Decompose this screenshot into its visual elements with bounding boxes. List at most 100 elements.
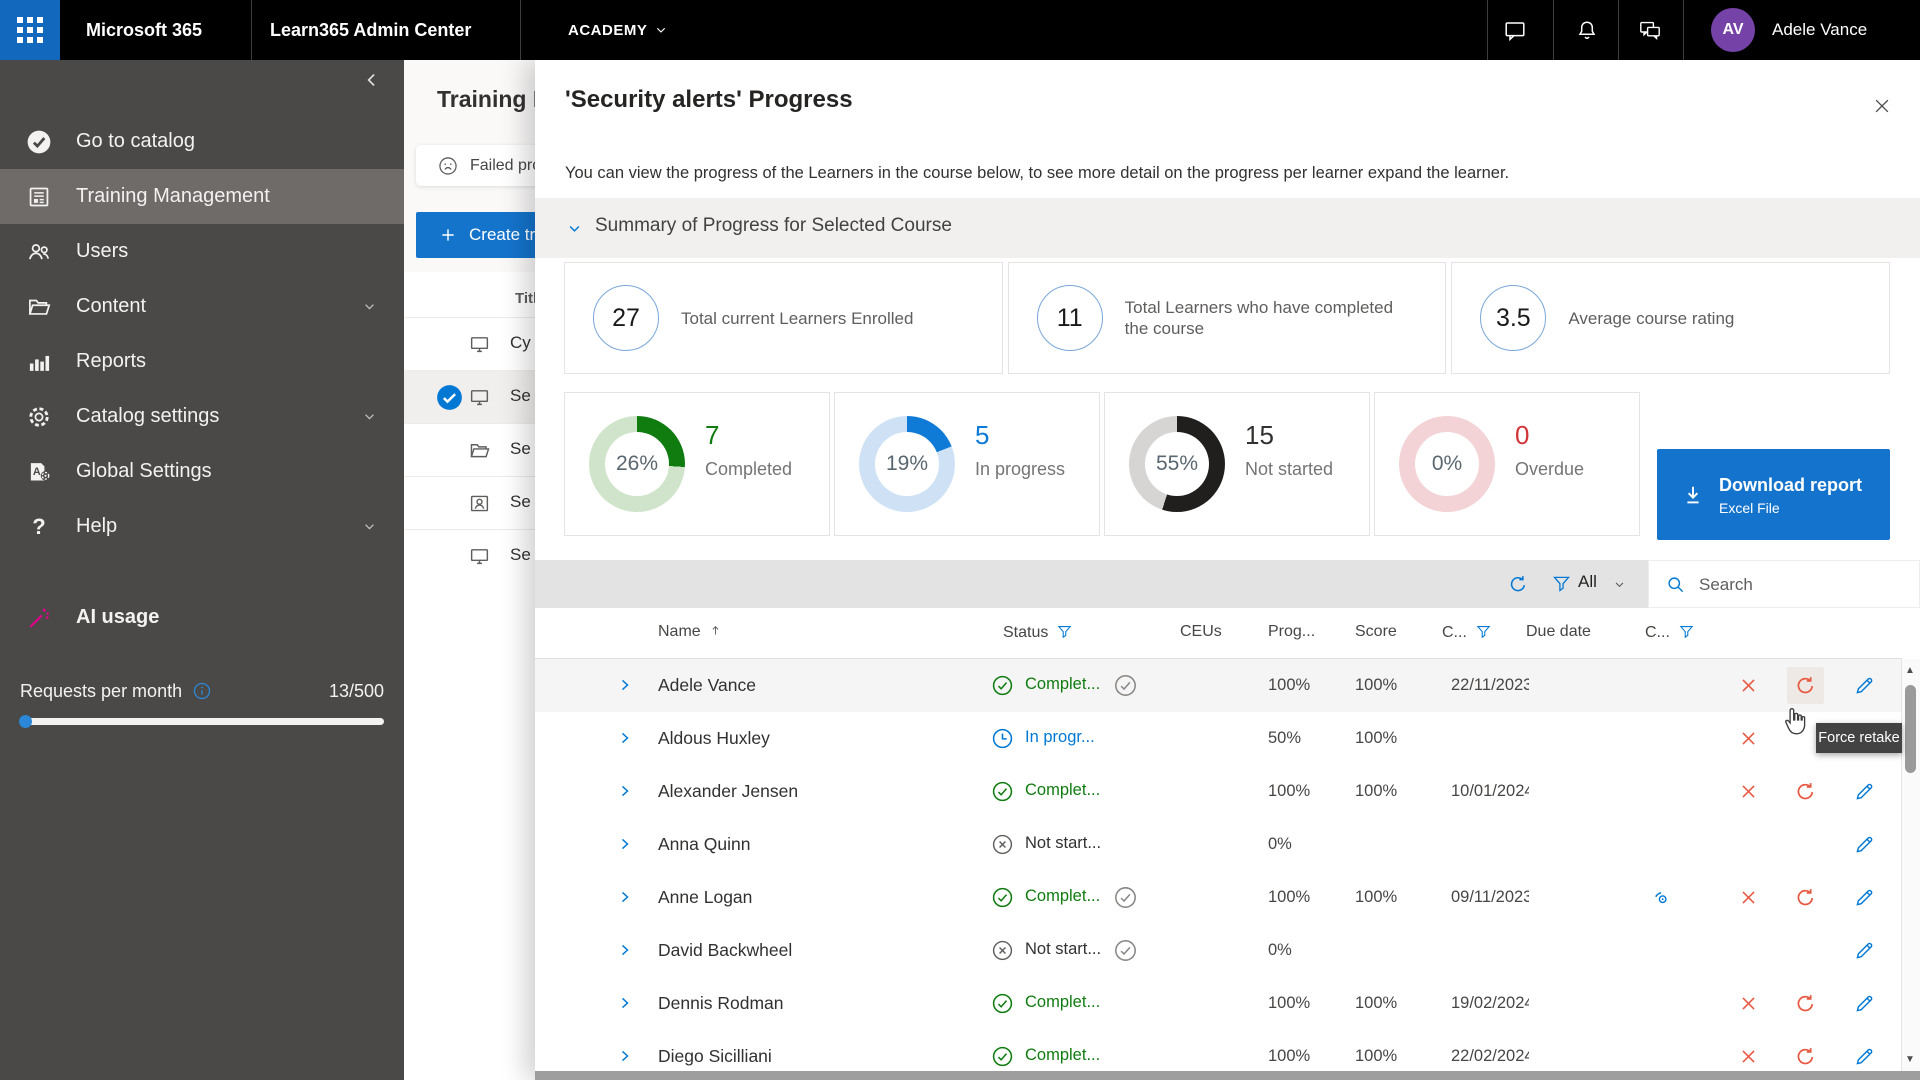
column-header-status[interactable]: Status — [1003, 623, 1073, 642]
expand-row-icon[interactable] — [615, 728, 635, 748]
filter-icon[interactable] — [1678, 623, 1695, 640]
stat-card: 11Total Learners who have completed the … — [1008, 262, 1447, 374]
search-input[interactable] — [1697, 561, 1920, 609]
force-retake-icon[interactable] — [1794, 674, 1817, 697]
expand-row-icon[interactable] — [615, 993, 635, 1013]
column-header-progress[interactable]: Prog... — [1268, 623, 1315, 641]
sidebar-item-global-settings[interactable]: AGlobal Settings — [0, 444, 404, 499]
edit-learner-icon[interactable] — [1853, 780, 1876, 803]
title-column-header[interactable]: Titl — [515, 290, 535, 307]
sidebar-item-catalog-settings[interactable]: Catalog settings — [0, 389, 404, 444]
sidebar-item-label: Training Management — [76, 185, 270, 208]
progress-value: 100% — [1268, 782, 1310, 801]
remove-learner-icon[interactable] — [1737, 727, 1760, 750]
filter-icon[interactable] — [1475, 623, 1492, 640]
expand-row-icon[interactable] — [615, 834, 635, 854]
column-header-completed-date[interactable]: C... — [1442, 623, 1492, 642]
column-header-certificates[interactable]: C... — [1645, 623, 1695, 642]
column-header-ceus[interactable]: CEUs — [1180, 623, 1222, 641]
learner-row[interactable]: Adele VanceComplet...100%100%22/11/2023 — [535, 659, 1902, 713]
gear-icon — [26, 404, 52, 430]
requests-progress-bar — [20, 718, 384, 725]
filter-icon[interactable] — [1056, 623, 1073, 640]
app-launcher-button[interactable] — [0, 0, 60, 60]
expand-row-icon[interactable] — [615, 887, 635, 907]
force-retake-icon[interactable] — [1794, 1045, 1817, 1068]
edit-learner-icon[interactable] — [1853, 833, 1876, 856]
bell-icon[interactable] — [1575, 18, 1599, 42]
tenant-label: ACADEMY — [568, 22, 647, 39]
training-row[interactable]: Se — [404, 423, 535, 477]
brand-link[interactable]: Microsoft 365 — [86, 0, 202, 60]
sidebar-item-users[interactable]: Users — [0, 224, 404, 279]
horizontal-scrollbar[interactable] — [535, 1071, 1920, 1080]
remove-learner-icon[interactable] — [1737, 886, 1760, 909]
force-retake-icon[interactable] — [1794, 780, 1817, 803]
training-row[interactable]: Cy — [404, 317, 535, 371]
edit-learner-icon[interactable] — [1853, 939, 1876, 962]
edit-learner-icon[interactable] — [1853, 1045, 1876, 1068]
sidebar-item-label: Users — [76, 240, 128, 263]
learner-row[interactable]: Anna QuinnNot start...0% — [535, 818, 1902, 872]
sidebar-item-help[interactable]: ?Help — [0, 499, 404, 554]
force-retake-icon[interactable] — [1794, 886, 1817, 909]
training-row[interactable]: Se — [404, 529, 535, 583]
edit-learner-icon[interactable] — [1853, 886, 1876, 909]
filter-dropdown[interactable]: All — [1578, 572, 1597, 592]
scroll-up-arrow[interactable]: ▲ — [1905, 665, 1915, 676]
edit-learner-icon[interactable] — [1853, 992, 1876, 1015]
chevron-down-icon[interactable] — [1612, 577, 1627, 592]
tenant-dropdown[interactable]: ACADEMY — [568, 0, 669, 60]
force-retake-icon[interactable] — [1794, 992, 1817, 1015]
app-title[interactable]: Learn365 Admin Center — [270, 0, 471, 60]
sidebar-item-training-management[interactable]: Training Management — [0, 169, 404, 224]
topbar-divider — [251, 0, 252, 60]
score-value: 100% — [1355, 888, 1397, 907]
edit-learner-icon[interactable] — [1853, 674, 1876, 697]
learner-row[interactable]: David BackwheelNot start...0% — [535, 924, 1902, 978]
learner-row[interactable]: Dennis RodmanComplet...100%100%19/02/202… — [535, 977, 1902, 1031]
sidebar-item-content[interactable]: Content — [0, 279, 404, 334]
sidebar-item-ai-usage[interactable]: AI usage — [0, 590, 404, 645]
remove-learner-icon[interactable] — [1737, 780, 1760, 803]
summary-section-toggle[interactable]: Summary of Progress for Selected Course — [535, 198, 1920, 258]
learner-row[interactable]: Diego SicillianiComplet...100%100%22/02/… — [535, 1030, 1902, 1071]
expand-row-icon[interactable] — [615, 675, 635, 695]
scroll-down-arrow[interactable]: ▼ — [1905, 1054, 1915, 1065]
filter-icon[interactable] — [1551, 573, 1572, 594]
download-report-button[interactable]: Download report Excel File — [1657, 449, 1890, 540]
stat-card: 3.5Average course rating — [1451, 262, 1890, 374]
vertical-scrollbar[interactable]: ▲ ▼ — [1901, 659, 1920, 1071]
remove-learner-icon[interactable] — [1737, 1045, 1760, 1068]
expand-row-icon[interactable] — [615, 940, 635, 960]
progress-value: 100% — [1268, 1047, 1310, 1066]
expand-row-icon[interactable] — [615, 1046, 635, 1066]
sidebar-item-reports[interactable]: Reports — [0, 334, 404, 389]
learner-row[interactable]: Alexander JensenComplet...100%100%10/01/… — [535, 765, 1902, 819]
feedback-icon[interactable] — [1638, 18, 1662, 42]
learner-row[interactable]: Aldous HuxleyIn progr...50%100% — [535, 712, 1902, 766]
column-header-due-date[interactable]: Due date — [1526, 623, 1591, 641]
column-header-score[interactable]: Score — [1355, 623, 1397, 641]
create-training-button[interactable]: Create tra — [416, 212, 535, 258]
remove-learner-icon[interactable] — [1737, 992, 1760, 1015]
sidebar-collapse-button[interactable] — [362, 70, 382, 90]
view-certificate-icon[interactable] — [1650, 886, 1673, 909]
avatar[interactable]: AV — [1711, 8, 1755, 52]
scrollbar-thumb[interactable] — [1905, 685, 1916, 773]
failed-processing-card[interactable]: Failed pro — [416, 145, 535, 186]
learner-row[interactable]: Anne LoganComplet...100%100%09/11/2023 — [535, 871, 1902, 925]
refresh-icon[interactable] — [1507, 573, 1529, 595]
remove-learner-icon[interactable] — [1737, 674, 1760, 697]
info-icon[interactable] — [192, 681, 212, 701]
sidebar-item-go-to-catalog[interactable]: Go to catalog — [0, 114, 404, 169]
close-icon[interactable] — [1872, 96, 1892, 116]
course-progress-panel: 'Security alerts' Progress You can view … — [535, 60, 1920, 1080]
column-header-name[interactable]: Name — [658, 623, 723, 641]
expand-row-icon[interactable] — [615, 781, 635, 801]
score-value: 100% — [1355, 1047, 1397, 1066]
training-row[interactable]: Se — [404, 370, 535, 424]
chat-icon[interactable] — [1503, 18, 1527, 42]
donut-label: Not started — [1245, 459, 1333, 480]
training-row[interactable]: Se — [404, 476, 535, 530]
